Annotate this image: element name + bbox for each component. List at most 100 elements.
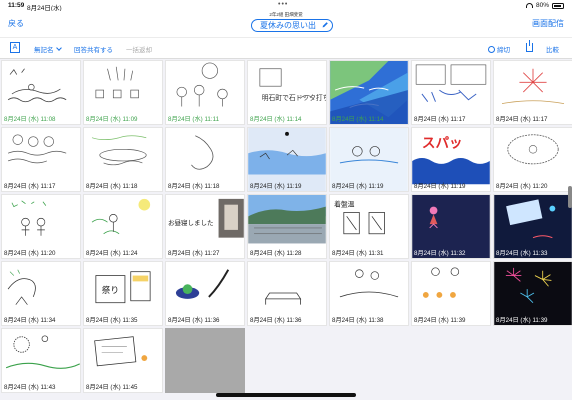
- submission-card[interactable]: 8月24日 (水) 11:08: [1, 60, 81, 125]
- submission-time: 8月24日 (水) 11:24: [86, 250, 138, 257]
- submission-time: 8月24日 (水) 11:18: [168, 183, 220, 190]
- submission-time: 8月24日 (水) 11:33: [496, 250, 548, 257]
- toolbar: A 無記名 回答共有する 一括返却 締切 比較: [0, 37, 572, 59]
- deadline-button[interactable]: 締切: [488, 44, 510, 54]
- submission-card[interactable]: 8月24日 (水) 11:09: [83, 60, 163, 125]
- anonymous-label: 無記名: [34, 47, 54, 54]
- drawing-text: お昼寝しました: [168, 220, 214, 227]
- submission-card[interactable]: 明石町で石ドック打ちらした 8月24日 (水) 11:14: [247, 60, 327, 125]
- submission-card[interactable]: 8月24日 (水) 11:14: [329, 60, 409, 125]
- text-size-icon[interactable]: A: [10, 42, 20, 53]
- grid-filler: [247, 328, 327, 393]
- share-answers-button[interactable]: 回答共有する: [74, 44, 113, 54]
- drawing-text: スパッ: [422, 135, 463, 151]
- clock-icon: [488, 46, 495, 53]
- home-indicator[interactable]: [216, 393, 356, 397]
- compare-button[interactable]: 比較: [546, 44, 559, 54]
- submission-card[interactable]: 8月24日 (水) 11:19: [247, 127, 327, 192]
- back-button[interactable]: 戻る: [8, 18, 24, 29]
- submission-time: 8月24日 (水) 11:19: [250, 183, 302, 190]
- submission-card[interactable]: 8月24日 (水) 11:24: [83, 194, 163, 259]
- submission-time: 8月24日 (水) 11:08: [4, 116, 56, 123]
- submission-card[interactable]: 8月24日 (水) 11:18: [165, 127, 245, 192]
- drawing-text: 着盤温: [334, 200, 355, 209]
- pencil-icon: [322, 22, 328, 28]
- assignment-title: 夏休みの思い出: [260, 21, 316, 30]
- submission-card[interactable]: 祭り 8月24日 (水) 11:35: [83, 261, 163, 326]
- deadline-label: 締切: [497, 47, 510, 54]
- submission-card[interactable]: 8月24日 (水) 11:18: [83, 127, 163, 192]
- submission-time: 8月24日 (水) 11:38: [332, 317, 384, 324]
- submission-time: 8月24日 (水) 11:17: [496, 116, 548, 123]
- drawing-text: 明石町で石ドック打ちらした: [262, 93, 326, 102]
- submission-card[interactable]: 8月24日 (水) 11:39: [493, 261, 572, 326]
- submission-time: 8月24日 (水) 11:14: [332, 116, 384, 123]
- submission-card[interactable]: 8月24日 (水) 11:38: [329, 261, 409, 326]
- battery-icon: [552, 2, 564, 9]
- submission-time: 8月24日 (水) 11:45: [86, 384, 138, 391]
- submission-time: 8月24日 (水) 11:35: [86, 317, 138, 324]
- submission-card[interactable]: 8月24日 (水) 11:36: [165, 261, 245, 326]
- submission-card[interactable]: スパッ 8月24日 (水) 11:19: [411, 127, 491, 192]
- submission-card[interactable]: 8月24日 (水) 11:34: [1, 261, 81, 326]
- wifi-icon: [525, 3, 533, 8]
- submission-time: 8月24日 (水) 11:17: [4, 183, 56, 190]
- nav-bar: 戻る 2年2組 田畑斐覚 夏休みの思い出 画面配信: [0, 11, 572, 37]
- submission-time: 8月24日 (水) 11:36: [168, 317, 220, 324]
- submission-time: 8月24日 (水) 11:28: [250, 250, 302, 257]
- share-icon[interactable]: [526, 40, 533, 52]
- submission-time: 8月24日 (水) 11:18: [86, 183, 138, 190]
- submission-time: 8月24日 (水) 11:17: [414, 116, 466, 123]
- submission-time: 8月24日 (水) 11:27: [168, 250, 220, 257]
- submission-time: 8月24日 (水) 11:34: [4, 317, 56, 324]
- submission-time: 8月24日 (水) 11:43: [4, 384, 56, 391]
- submission-card[interactable]: 8月24日 (水) 11:20: [1, 194, 81, 259]
- submission-time: 8月24日 (水) 11:20: [496, 183, 548, 190]
- bulk-return-button[interactable]: 一括返却: [126, 44, 152, 54]
- submission-time: 8月24日 (水) 11:09: [86, 116, 138, 123]
- submission-time: 8月24日 (水) 11:39: [496, 317, 548, 324]
- submission-card[interactable]: 8月24日 (水) 11:33: [493, 194, 572, 259]
- submission-card[interactable]: 8月24日 (水) 11:17: [493, 60, 572, 125]
- status-time: 11:59: [8, 2, 25, 9]
- submission-time: 8月24日 (水) 11:19: [414, 183, 466, 190]
- empty-slot: [165, 328, 245, 393]
- submission-card[interactable]: お昼寝しました 8月24日 (水) 11:27: [165, 194, 245, 259]
- submission-card[interactable]: 8月24日 (水) 11:17: [1, 127, 81, 192]
- submission-card[interactable]: 8月24日 (水) 11:45: [83, 328, 163, 393]
- anonymous-dropdown[interactable]: 無記名: [34, 44, 62, 54]
- grid-filler: [411, 328, 491, 393]
- submission-time: 8月24日 (水) 11:14: [250, 116, 302, 123]
- submission-time: 8月24日 (水) 11:32: [414, 250, 466, 257]
- class-label: 2年2組 田畑斐覚: [269, 12, 303, 17]
- app-screen: 11:59 8月24日(水) ••• 80% 戻る 2年2組 田畑斐覚 夏休みの…: [0, 0, 572, 400]
- submission-time: 8月24日 (水) 11:20: [4, 250, 56, 257]
- submission-time: 8月24日 (水) 11:39: [414, 317, 466, 324]
- submission-time: 8月24日 (水) 11:36: [250, 317, 302, 324]
- submission-card[interactable]: 8月24日 (水) 11:28: [247, 194, 327, 259]
- grid-filler: [493, 328, 572, 393]
- grid-filler: [329, 328, 409, 393]
- submission-card[interactable]: 8月24日 (水) 11:36: [247, 261, 327, 326]
- submission-card[interactable]: 8月24日 (水) 11:19: [329, 127, 409, 192]
- submission-time: 8月24日 (水) 11:11: [168, 116, 220, 123]
- side-drawer-handle[interactable]: [568, 186, 572, 208]
- drawing-text: 祭り: [102, 284, 119, 296]
- screen-share-button[interactable]: 画面配信: [532, 18, 564, 29]
- submission-card[interactable]: 8月24日 (水) 11:20: [493, 127, 572, 192]
- status-bar: 11:59 8月24日(水) ••• 80%: [0, 0, 572, 12]
- submission-grid: 8月24日 (水) 11:08 8月24日 (水) 11:09 8月24日 (水…: [0, 60, 572, 400]
- submission-card[interactable]: 8月24日 (水) 11:32: [411, 194, 491, 259]
- submission-card[interactable]: 8月24日 (水) 11:43: [1, 328, 81, 393]
- chevron-down-icon: [55, 45, 62, 51]
- assignment-title-button[interactable]: 夏休みの思い出: [251, 19, 333, 32]
- status-right: 80%: [525, 2, 564, 9]
- submission-card[interactable]: 着盤温 8月24日 (水) 11:31: [329, 194, 409, 259]
- submission-card[interactable]: 8月24日 (水) 11:39: [411, 261, 491, 326]
- submission-time: 8月24日 (水) 11:19: [332, 183, 384, 190]
- submission-time: 8月24日 (水) 11:31: [332, 250, 384, 257]
- battery-percent: 80%: [535, 2, 549, 9]
- multitask-dots-icon[interactable]: •••: [278, 1, 288, 8]
- submission-card[interactable]: 8月24日 (水) 11:11: [165, 60, 245, 125]
- submission-card[interactable]: 8月24日 (水) 11:17: [411, 60, 491, 125]
